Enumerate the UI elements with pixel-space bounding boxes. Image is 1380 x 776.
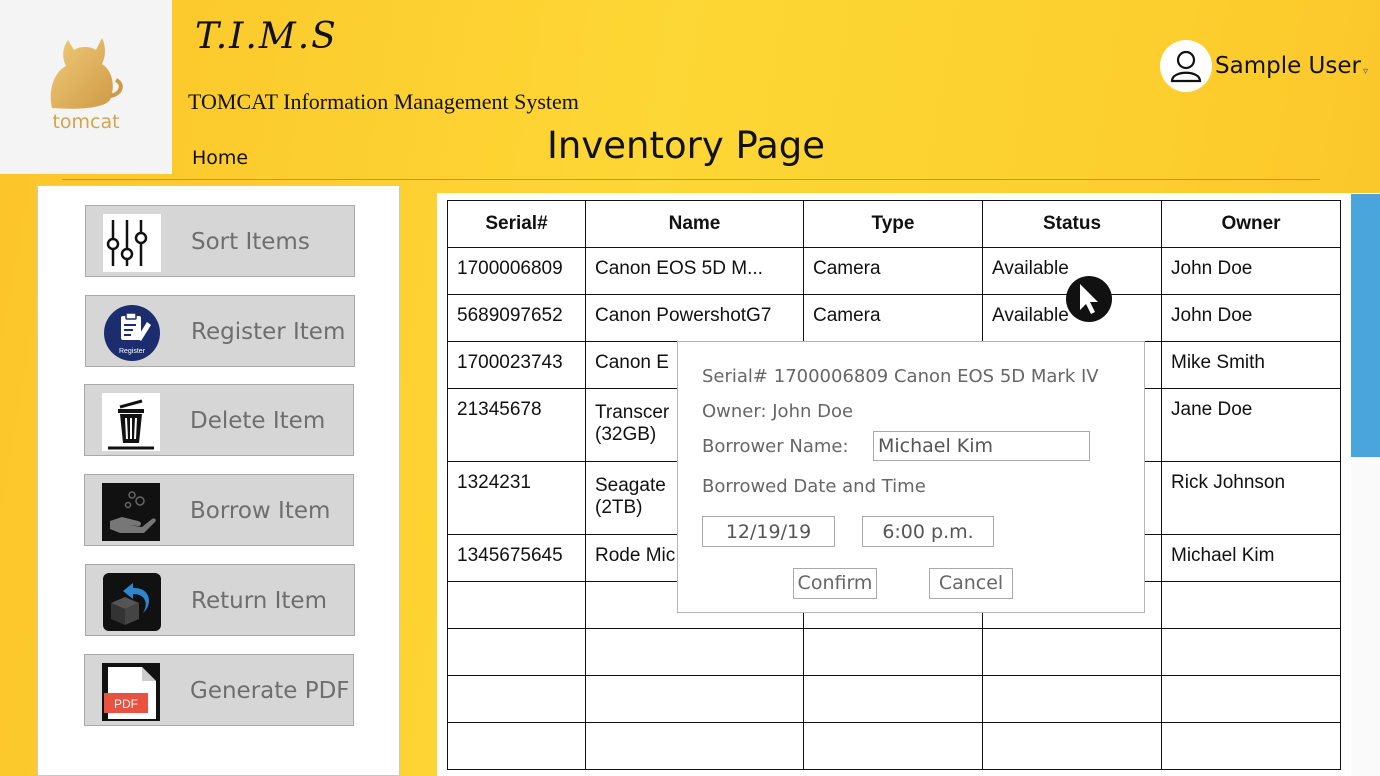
cell-name <box>585 722 804 770</box>
trash-icon <box>102 393 160 451</box>
logo-text: tomcat <box>52 111 120 133</box>
table-row[interactable]: 5689097652 Canon PowershotG7 Camera Avai… <box>447 294 1341 342</box>
table-header-row: Serial# Name Type Status Owner <box>447 200 1341 248</box>
register-item-label: Register Item <box>191 319 346 345</box>
cell-name <box>585 675 804 723</box>
cell-name: Canon EOS 5D M... <box>585 247 804 295</box>
borrower-name-label: Borrower Name: <box>702 436 849 457</box>
pdf-caption: PDF <box>114 697 138 711</box>
cell-owner: Michael Kim <box>1161 534 1341 582</box>
header-serial[interactable]: Serial# <box>447 200 586 248</box>
cancel-button[interactable]: Cancel <box>929 568 1013 599</box>
cell-serial: 5689097652 <box>447 294 586 342</box>
cell-owner <box>1161 722 1341 770</box>
cell-owner: Jane Doe <box>1161 388 1341 462</box>
app-title: T.I.M.S <box>195 16 338 57</box>
sliders-icon <box>103 214 161 272</box>
home-link[interactable]: Home <box>192 147 248 169</box>
cell-owner: John Doe <box>1161 294 1341 342</box>
delete-item-label: Delete Item <box>190 408 326 434</box>
table-row[interactable] <box>447 628 1341 676</box>
table-row[interactable] <box>447 675 1341 723</box>
cell-type <box>803 675 983 723</box>
user-avatar[interactable] <box>1160 40 1212 92</box>
cell-owner <box>1161 628 1341 676</box>
cell-serial: 1700023743 <box>447 341 586 389</box>
borrow-item-button[interactable]: Borrow Item <box>84 474 354 546</box>
dialog-item-title: Serial# 1700006809 Canon EOS 5D Mark IV <box>702 366 1099 387</box>
header-owner[interactable]: Owner <box>1161 200 1341 248</box>
return-box-icon <box>103 573 161 631</box>
header-name[interactable]: Name <box>585 200 804 248</box>
table-row[interactable]: 1700006809 Canon EOS 5D M... Camera Avai… <box>447 247 1341 295</box>
hand-coins-icon <box>102 483 160 541</box>
scrollbar-thumb[interactable] <box>1351 194 1380 457</box>
cell-status <box>982 628 1162 676</box>
borrowed-datetime-label: Borrowed Date and Time <box>702 476 926 497</box>
dialog-owner: Owner: John Doe <box>702 401 854 422</box>
cell-owner: John Doe <box>1161 247 1341 295</box>
sort-items-button[interactable]: Sort Items <box>85 205 355 277</box>
sidebar: Sort Items Register Register Item Delete… <box>37 185 400 776</box>
mouse-cursor-icon <box>1066 276 1112 322</box>
borrower-name-input[interactable] <box>873 431 1090 461</box>
register-caption: Register <box>119 348 146 355</box>
delete-item-button[interactable]: Delete Item <box>84 384 354 456</box>
register-item-button[interactable]: Register Register Item <box>85 295 355 367</box>
header-status[interactable]: Status <box>982 200 1162 248</box>
cell-status <box>982 722 1162 770</box>
cell-serial <box>447 581 586 629</box>
cell-serial <box>447 628 586 676</box>
header-type[interactable]: Type <box>803 200 983 248</box>
clipboard-register-icon: Register <box>104 305 160 361</box>
cell-serial: 1345675645 <box>447 534 586 582</box>
app-subtitle: TOMCAT Information Management System <box>188 89 579 114</box>
cell-owner: Mike Smith <box>1161 341 1341 389</box>
cell-serial: 21345678 <box>447 388 586 462</box>
borrow-item-label: Borrow Item <box>190 498 331 524</box>
cat-logo-icon <box>50 38 123 109</box>
cell-type: Camera <box>803 247 983 295</box>
table-row[interactable] <box>447 722 1341 770</box>
cell-serial <box>447 722 586 770</box>
cell-type <box>803 722 983 770</box>
cell-type: Camera <box>803 294 983 342</box>
borrow-date-input[interactable] <box>702 516 835 547</box>
borrow-time-input[interactable] <box>862 516 994 547</box>
cell-name: Canon PowershotG7 <box>585 294 804 342</box>
generate-pdf-button[interactable]: PDF Generate PDF <box>84 654 354 726</box>
user-name[interactable]: Sample User <box>1215 53 1361 79</box>
cell-owner <box>1161 675 1341 723</box>
logo: tomcat <box>0 0 172 174</box>
header-divider <box>62 179 1320 180</box>
cell-serial: 1324231 <box>447 461 586 535</box>
page-title: Inventory Page <box>547 124 826 167</box>
chevron-down-icon[interactable]: ▿ <box>1363 66 1368 77</box>
borrow-dialog: Serial# 1700006809 Canon EOS 5D Mark IV … <box>677 341 1145 613</box>
cell-name <box>585 628 804 676</box>
cell-serial <box>447 675 586 723</box>
confirm-button[interactable]: Confirm <box>793 568 877 599</box>
cell-serial: 1700006809 <box>447 247 586 295</box>
sort-items-label: Sort Items <box>191 229 310 255</box>
cell-status <box>982 675 1162 723</box>
cell-type <box>803 628 983 676</box>
user-menu[interactable]: Sample User ▿ <box>1160 40 1368 92</box>
return-item-button[interactable]: Return Item <box>85 564 355 636</box>
cell-owner <box>1161 581 1341 629</box>
return-item-label: Return Item <box>191 588 327 614</box>
cell-owner: Rick Johnson <box>1161 461 1341 535</box>
generate-pdf-label: Generate PDF <box>190 678 350 704</box>
pdf-icon: PDF <box>102 663 160 721</box>
user-icon <box>1170 50 1202 83</box>
